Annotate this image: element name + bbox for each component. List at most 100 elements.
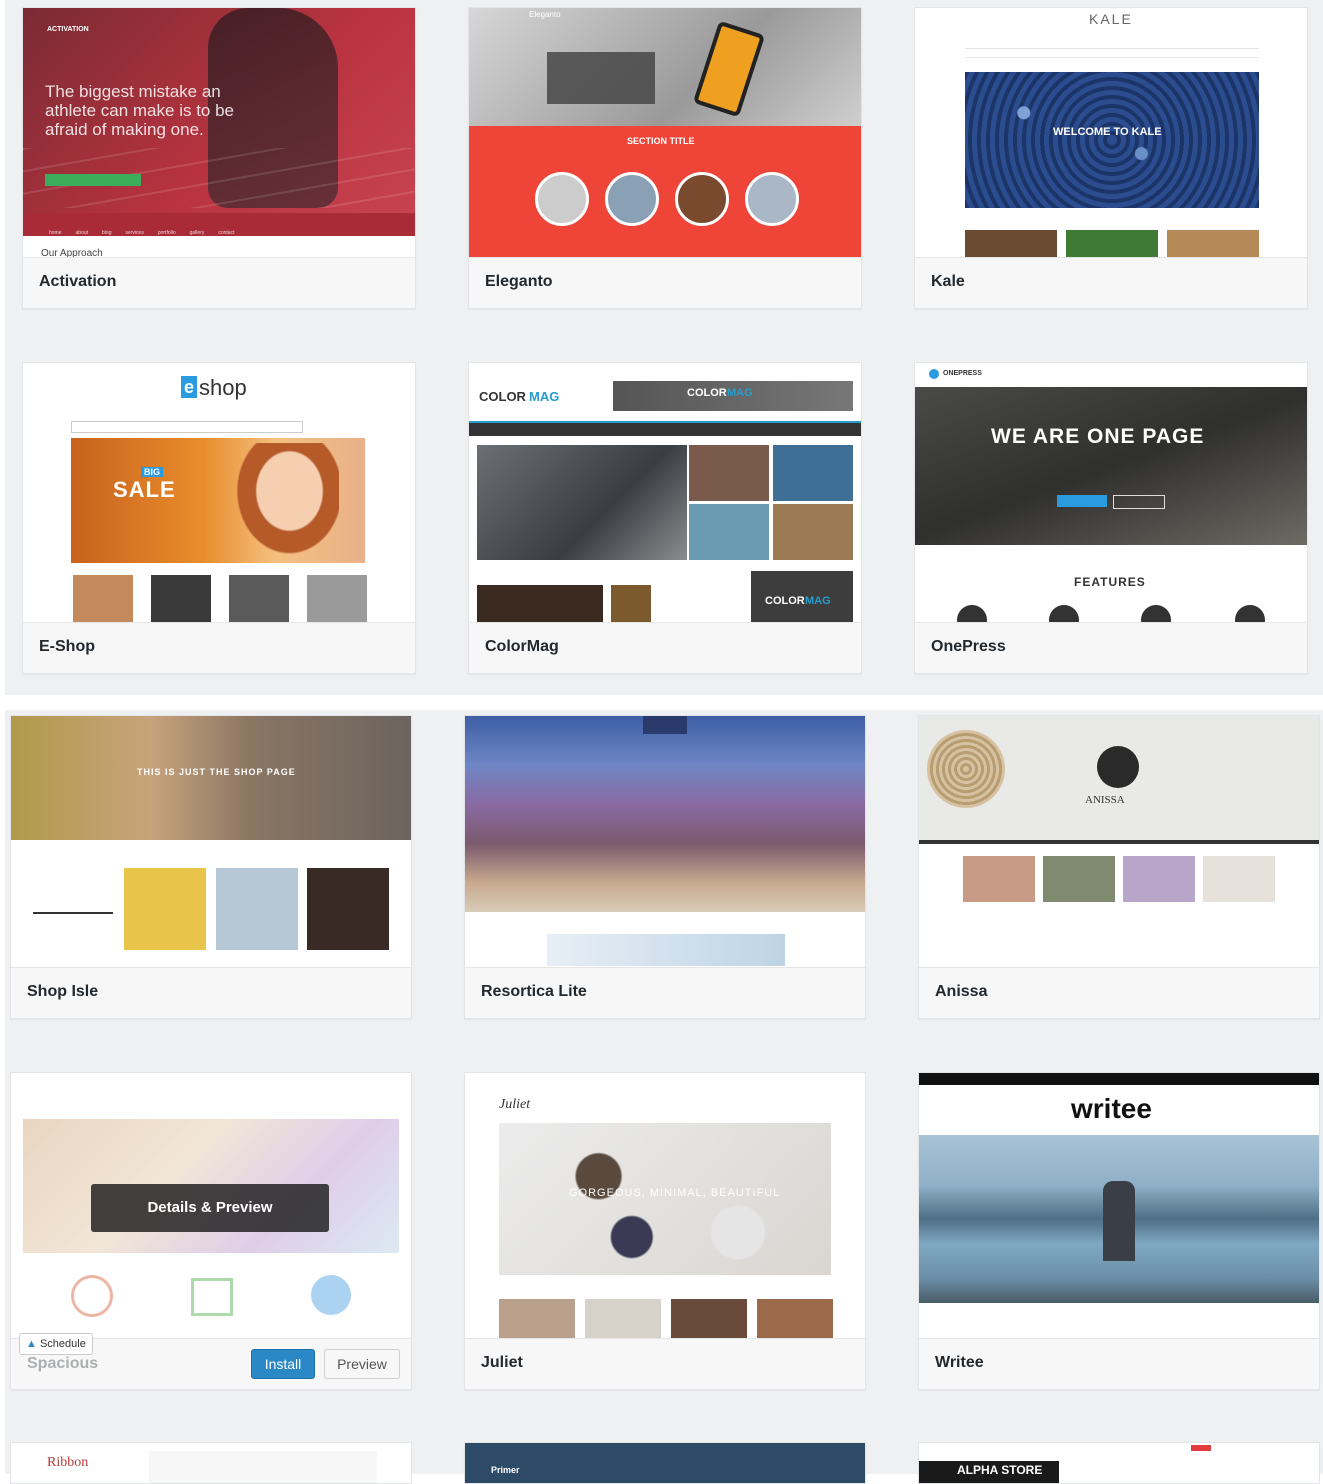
section-title: SECTION TITLE bbox=[627, 136, 695, 146]
schedule-label: Schedule bbox=[39, 1338, 86, 1350]
theme-screenshot: Juliet GORGEOUS, MINIMAL, BEAUTIFUL bbox=[465, 1073, 865, 1339]
details-preview-overlay[interactable]: Details & Preview bbox=[91, 1184, 329, 1232]
theme-card-eleganto[interactable]: Eleganto SECTION TITLE Eleganto bbox=[468, 7, 862, 309]
hero-text: WE ARE ONE PAGE bbox=[991, 425, 1205, 448]
product-thumb bbox=[73, 575, 133, 623]
featured-image bbox=[965, 230, 1057, 260]
wreath-image bbox=[927, 730, 1005, 808]
header-rule bbox=[919, 840, 1319, 844]
theme-screenshot: ONEPRESS WE ARE ONE PAGE FEATURES bbox=[915, 363, 1307, 623]
theme-logo: Ribbon bbox=[47, 1455, 89, 1470]
hero-text: THIS IS JUST THE SHOP PAGE bbox=[137, 767, 296, 777]
hero-text: WELCOME TO KALE bbox=[1053, 126, 1162, 138]
theme-logo-b: MAG bbox=[529, 389, 560, 404]
feature-icon bbox=[1235, 605, 1265, 623]
theme-name: Resortica Lite bbox=[481, 983, 587, 1000]
theme-name: Spacious bbox=[27, 1355, 99, 1372]
post-thumb bbox=[671, 1299, 747, 1339]
preview-button[interactable]: Preview bbox=[324, 1349, 400, 1379]
install-button[interactable]: Install bbox=[251, 1349, 315, 1379]
theme-logo: shop bbox=[199, 375, 247, 400]
post-thumb bbox=[757, 1299, 833, 1339]
theme-card-onepress[interactable]: ONEPRESS WE ARE ONE PAGE FEATURES OnePre… bbox=[914, 362, 1308, 674]
resort-logo bbox=[643, 716, 687, 734]
theme-screenshot: ACTIVATION The biggest mistake an athlet… bbox=[23, 8, 415, 258]
theme-nav-strip: home about blog services portfolio gallery con… bbox=[23, 213, 415, 236]
theme-card-footer: Activation bbox=[23, 257, 415, 308]
theme-name: Anissa bbox=[935, 983, 988, 1000]
theme-card-activation[interactable]: ACTIVATION The biggest mistake an athlet… bbox=[22, 7, 416, 309]
welcome-image bbox=[547, 934, 785, 966]
hero-button bbox=[1113, 495, 1165, 509]
main-nav bbox=[469, 421, 861, 436]
theme-screenshot: ANISSA bbox=[919, 716, 1319, 966]
theme-card-ribbon[interactable]: Ribbon bbox=[10, 1442, 412, 1484]
hero-button bbox=[45, 174, 141, 186]
search-bar bbox=[71, 421, 303, 433]
hero-text: The biggest mistake an athlete can make … bbox=[45, 82, 235, 139]
banner-big: BIG bbox=[141, 467, 164, 477]
banner-sale: SALE bbox=[113, 477, 176, 502]
product-thumb bbox=[307, 575, 367, 623]
feature-icon bbox=[957, 605, 987, 623]
theme-name: Kale bbox=[931, 273, 965, 290]
theme-card-shop-isle[interactable]: THIS IS JUST THE SHOP PAGE Shop Isle bbox=[10, 715, 412, 1019]
product-thumb bbox=[307, 868, 389, 950]
theme-logo: KALE bbox=[1089, 11, 1133, 27]
theme-logo-a: COLOR bbox=[479, 389, 526, 404]
logo-mark: e bbox=[181, 376, 197, 398]
hero-image bbox=[11, 716, 411, 840]
theme-screenshot: KALE WELCOME TO KALE bbox=[915, 8, 1307, 260]
theme-card-footer: Resortica Lite bbox=[465, 967, 865, 1018]
theme-logo: ALPHA STORE bbox=[957, 1463, 1043, 1477]
post-thumb bbox=[1203, 856, 1275, 902]
hero-label: Eleganto bbox=[529, 10, 561, 19]
post-thumb bbox=[1043, 856, 1115, 902]
post-thumb bbox=[1123, 856, 1195, 902]
theme-name: Activation bbox=[39, 273, 117, 290]
product-thumb bbox=[229, 575, 289, 623]
hero-button bbox=[1057, 495, 1107, 507]
service-icon bbox=[71, 1275, 113, 1317]
hero-image bbox=[465, 716, 865, 912]
service-icon bbox=[311, 1275, 351, 1315]
theme-name: ColorMag bbox=[485, 638, 559, 655]
theme-screenshot: writee bbox=[919, 1073, 1319, 1339]
schedule-icon: ▲ bbox=[26, 1338, 37, 1350]
theme-card-alpha-store[interactable]: ALPHA STORE bbox=[918, 1442, 1320, 1484]
service-image bbox=[535, 172, 589, 226]
sidebar-ad-logo-b: MAG bbox=[805, 595, 831, 607]
feature-icon bbox=[1049, 605, 1079, 623]
hero-box bbox=[547, 52, 655, 104]
price-slider bbox=[33, 912, 113, 914]
schedule-badge[interactable]: ▲ Schedule bbox=[19, 1333, 93, 1355]
post-thumb bbox=[689, 445, 769, 501]
theme-name: Shop Isle bbox=[27, 983, 99, 1000]
theme-card-footer: OnePress bbox=[915, 622, 1307, 673]
theme-card-spacious[interactable]: Details & Preview ▲ Schedule Spacious In… bbox=[10, 1072, 412, 1390]
sidebar-ad-logo-a: COLOR bbox=[765, 595, 805, 607]
theme-name: OnePress bbox=[931, 638, 1006, 655]
post-thumb bbox=[773, 445, 853, 501]
theme-card-kale[interactable]: KALE WELCOME TO KALE Kale bbox=[914, 7, 1308, 309]
theme-name: Writee bbox=[935, 1354, 984, 1371]
theme-card-e-shop[interactable]: e shop BIG SALE E-Shop bbox=[22, 362, 416, 674]
logo-icon bbox=[929, 369, 939, 379]
theme-card-colormag[interactable]: COLOR MAG COLOR MAG COLOR MAG ColorMag bbox=[468, 362, 862, 674]
theme-screenshot: e shop BIG SALE bbox=[23, 363, 415, 623]
featured-image bbox=[1167, 230, 1259, 260]
theme-card-primer[interactable]: Primer bbox=[464, 1442, 866, 1484]
product-thumb bbox=[124, 868, 206, 950]
hero-text: GORGEOUS, MINIMAL, BEAUTIFUL bbox=[569, 1187, 781, 1199]
theme-name: E-Shop bbox=[39, 638, 95, 655]
theme-card-anissa[interactable]: ANISSA Anissa bbox=[918, 715, 1320, 1019]
featured-image bbox=[1066, 230, 1158, 260]
theme-logo-badge bbox=[1097, 746, 1139, 788]
theme-card-footer: Eleganto bbox=[469, 257, 861, 308]
theme-card-resortica-lite[interactable]: Resortica Lite bbox=[464, 715, 866, 1019]
theme-card-footer: E-Shop bbox=[23, 622, 415, 673]
theme-screenshot bbox=[465, 716, 865, 966]
hero-person bbox=[1103, 1181, 1135, 1261]
theme-card-juliet[interactable]: Juliet GORGEOUS, MINIMAL, BEAUTIFUL Juli… bbox=[464, 1072, 866, 1390]
theme-card-writee[interactable]: writee Writee bbox=[918, 1072, 1320, 1390]
